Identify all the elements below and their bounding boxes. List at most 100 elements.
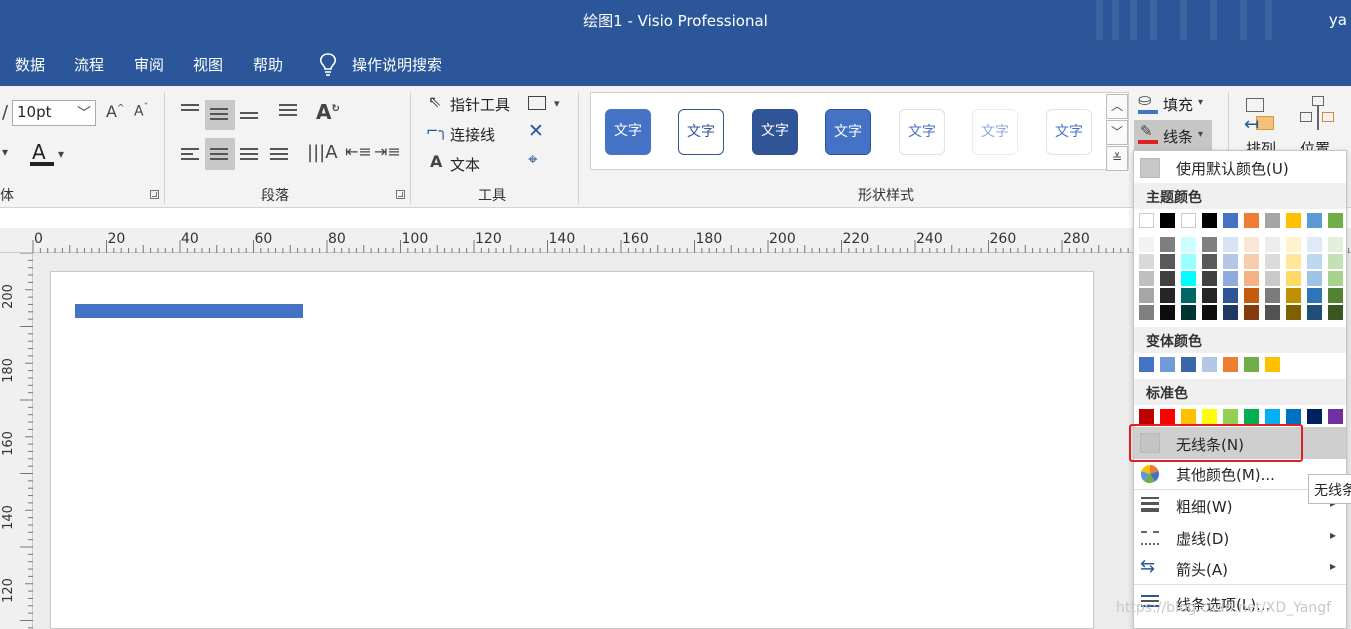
theme-shade-swatch[interactable] <box>1265 254 1280 269</box>
theme-shade-swatch[interactable] <box>1181 254 1196 269</box>
dropdown-arrow-icon[interactable]: ▾ <box>1198 130 1203 140</box>
arrows-item[interactable]: ⇆ 箭头(A) ▸ <box>1134 554 1346 582</box>
align-right-icon[interactable] <box>240 148 258 163</box>
theme-shade-swatch[interactable] <box>1202 288 1217 303</box>
tab-view[interactable]: 视图 <box>193 54 223 75</box>
gallery-up-icon[interactable]: ︿ <box>1106 94 1128 119</box>
close-x-icon[interactable]: ✕ <box>528 122 544 141</box>
variant-color-swatch[interactable] <box>1244 357 1259 372</box>
theme-color-swatch[interactable] <box>1265 213 1280 228</box>
variant-color-swatch[interactable] <box>1265 357 1280 372</box>
standard-color-swatch[interactable] <box>1286 409 1301 424</box>
theme-color-swatch[interactable] <box>1160 213 1175 228</box>
theme-shade-swatch[interactable] <box>1223 237 1238 252</box>
standard-color-swatch[interactable] <box>1139 409 1154 424</box>
align-top-icon[interactable] <box>181 104 199 114</box>
justify-icon[interactable] <box>270 148 288 163</box>
theme-shade-swatch[interactable] <box>1181 305 1196 320</box>
theme-shade-swatch[interactable] <box>1244 271 1259 286</box>
standard-color-swatch[interactable] <box>1202 409 1217 424</box>
decrease-indent-icon[interactable]: ⇤≡ <box>345 144 372 160</box>
theme-shade-swatch[interactable] <box>1181 271 1196 286</box>
variant-color-swatch[interactable] <box>1139 357 1154 372</box>
theme-shade-swatch[interactable] <box>1160 237 1175 252</box>
tab-process[interactable]: 流程 <box>74 54 104 75</box>
theme-shade-swatch[interactable] <box>1307 305 1322 320</box>
theme-shade-swatch[interactable] <box>1139 305 1154 320</box>
align-middle-icon[interactable] <box>210 108 228 123</box>
shrink-font-icon[interactable]: Aˇ <box>134 104 148 119</box>
align-left-icon[interactable] <box>181 148 199 163</box>
style-swatch-6[interactable]: 文字 <box>972 109 1018 155</box>
dialog-launcher-icon[interactable] <box>396 190 405 199</box>
standard-color-swatch[interactable] <box>1181 409 1196 424</box>
lightbulb-icon[interactable] <box>318 52 338 78</box>
tell-me-search[interactable]: 操作说明搜索 <box>352 54 442 75</box>
grow-font-icon[interactable]: A^ <box>106 104 125 120</box>
standard-color-swatch[interactable] <box>1307 409 1322 424</box>
theme-shade-swatch[interactable] <box>1223 271 1238 286</box>
drawing-page[interactable] <box>50 271 1094 629</box>
font-color-button[interactable]: A ▾ <box>30 140 68 168</box>
connection-point-icon[interactable]: ⌖ <box>528 152 538 169</box>
standard-color-swatch[interactable] <box>1244 409 1259 424</box>
theme-shade-swatch[interactable] <box>1202 254 1217 269</box>
dashes-item[interactable]: 虚线(D) ▸ <box>1134 523 1346 551</box>
theme-color-swatch[interactable] <box>1223 213 1238 228</box>
theme-color-swatch[interactable] <box>1244 213 1259 228</box>
vertical-text-icon[interactable]: |||A <box>307 144 338 162</box>
theme-shade-swatch[interactable] <box>1181 288 1196 303</box>
dropdown-arrow-icon[interactable]: ▾ <box>1198 98 1203 108</box>
theme-color-swatch[interactable] <box>1307 213 1322 228</box>
theme-shade-swatch[interactable] <box>1139 288 1154 303</box>
line-button[interactable]: 线条 <box>1163 126 1193 147</box>
style-swatch-7[interactable]: 文字 <box>1046 109 1092 155</box>
theme-shade-swatch[interactable] <box>1202 237 1217 252</box>
style-swatch-4[interactable]: 文字 <box>825 109 871 155</box>
theme-shade-swatch[interactable] <box>1160 305 1175 320</box>
theme-shade-swatch[interactable] <box>1307 271 1322 286</box>
theme-shade-swatch[interactable] <box>1244 305 1259 320</box>
variant-color-swatch[interactable] <box>1223 357 1238 372</box>
align-center-icon[interactable] <box>210 148 228 163</box>
fill-button[interactable]: 填充 <box>1163 94 1193 115</box>
tab-data[interactable]: 数据 <box>15 54 45 75</box>
standard-color-swatch[interactable] <box>1160 409 1175 424</box>
pointer-tool[interactable]: 指针工具 <box>450 94 510 115</box>
line-shape[interactable] <box>75 304 303 318</box>
theme-color-swatch[interactable] <box>1139 213 1154 228</box>
align-bottom-icon[interactable] <box>240 112 258 122</box>
theme-shade-swatch[interactable] <box>1223 288 1238 303</box>
theme-shade-swatch[interactable] <box>1223 305 1238 320</box>
theme-shade-swatch[interactable] <box>1307 237 1322 252</box>
theme-shade-swatch[interactable] <box>1286 271 1301 286</box>
variant-color-swatch[interactable] <box>1181 357 1196 372</box>
theme-shade-swatch[interactable] <box>1160 271 1175 286</box>
style-swatch-1[interactable]: 文字 <box>605 109 651 155</box>
rectangle-icon[interactable] <box>528 96 546 110</box>
bullets-icon[interactable] <box>279 104 297 119</box>
variant-color-swatch[interactable] <box>1202 357 1217 372</box>
increase-indent-icon[interactable]: ⇥≡ <box>374 144 401 160</box>
gallery-more-icon[interactable]: ≚ <box>1106 146 1128 171</box>
theme-shade-swatch[interactable] <box>1265 305 1280 320</box>
standard-color-swatch[interactable] <box>1265 409 1280 424</box>
theme-shade-swatch[interactable] <box>1286 288 1301 303</box>
theme-color-swatch[interactable] <box>1328 213 1343 228</box>
theme-shade-swatch[interactable] <box>1202 271 1217 286</box>
theme-shade-swatch[interactable] <box>1286 254 1301 269</box>
font-size-box[interactable]: 10pt ﹀ <box>12 100 96 126</box>
theme-shade-swatch[interactable] <box>1139 271 1154 286</box>
dialog-launcher-icon[interactable] <box>150 190 159 199</box>
theme-shade-swatch[interactable] <box>1181 237 1196 252</box>
theme-shade-swatch[interactable] <box>1160 288 1175 303</box>
theme-shade-swatch[interactable] <box>1328 271 1343 286</box>
theme-shade-swatch[interactable] <box>1328 254 1343 269</box>
theme-color-swatch[interactable] <box>1181 213 1196 228</box>
style-swatch-3[interactable]: 文字 <box>752 109 798 155</box>
text-tool[interactable]: 文本 <box>450 154 480 175</box>
theme-shade-swatch[interactable] <box>1286 237 1301 252</box>
theme-shade-swatch[interactable] <box>1244 288 1259 303</box>
theme-shade-swatch[interactable] <box>1265 237 1280 252</box>
theme-shade-swatch[interactable] <box>1202 305 1217 320</box>
